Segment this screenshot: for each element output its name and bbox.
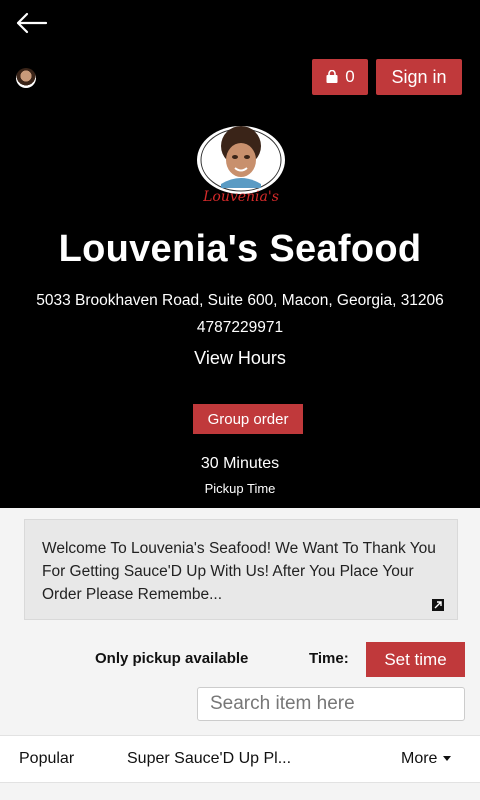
pickup-only-notice: Only pickup available xyxy=(95,650,249,667)
pickup-eta-label: Pickup Time xyxy=(204,481,276,496)
restaurant-name: Louvenia's Seafood xyxy=(58,228,422,270)
tab-more[interactable]: More xyxy=(401,750,452,768)
back-arrow-icon[interactable] xyxy=(16,10,48,36)
welcome-message-box[interactable]: Welcome To Louvenia's Seafood! We Want T… xyxy=(24,519,458,620)
avatar xyxy=(16,68,36,88)
cart-button[interactable]: 0 xyxy=(312,59,368,95)
expand-icon[interactable] xyxy=(432,599,444,611)
restaurant-phone[interactable]: 4787229971 xyxy=(0,319,480,337)
welcome-message-text: Welcome To Louvenia's Seafood! We Want T… xyxy=(42,540,436,603)
tab-super-sauced-up[interactable]: Super Sauce'D Up Pl... xyxy=(127,750,291,768)
group-order-button[interactable]: Group order xyxy=(193,404,303,434)
category-tabs: Popular Super Sauce'D Up Pl... More xyxy=(0,735,480,783)
restaurant-address: 5033 Brookhaven Road, Suite 600, Macon, … xyxy=(36,292,444,309)
restaurant-header: 0 Sign in Louvenia's Louvenia's Seafood … xyxy=(0,0,480,508)
shopping-bag-icon xyxy=(326,70,338,83)
search-input[interactable] xyxy=(197,687,465,721)
view-hours-link[interactable]: View Hours xyxy=(0,348,480,369)
chevron-down-icon xyxy=(443,756,452,762)
tab-more-label: More xyxy=(401,750,438,767)
pickup-eta: 30 Minutes xyxy=(200,455,280,472)
set-time-button[interactable]: Set time xyxy=(366,642,465,677)
sign-in-button[interactable]: Sign in xyxy=(376,59,462,95)
logo: Louvenia's xyxy=(197,126,285,205)
svg-text:Louvenia's: Louvenia's xyxy=(202,189,279,205)
cart-count: 0 xyxy=(345,67,355,86)
time-label: Time: xyxy=(309,650,349,667)
tab-popular[interactable]: Popular xyxy=(19,750,74,768)
content-area xyxy=(0,784,480,800)
